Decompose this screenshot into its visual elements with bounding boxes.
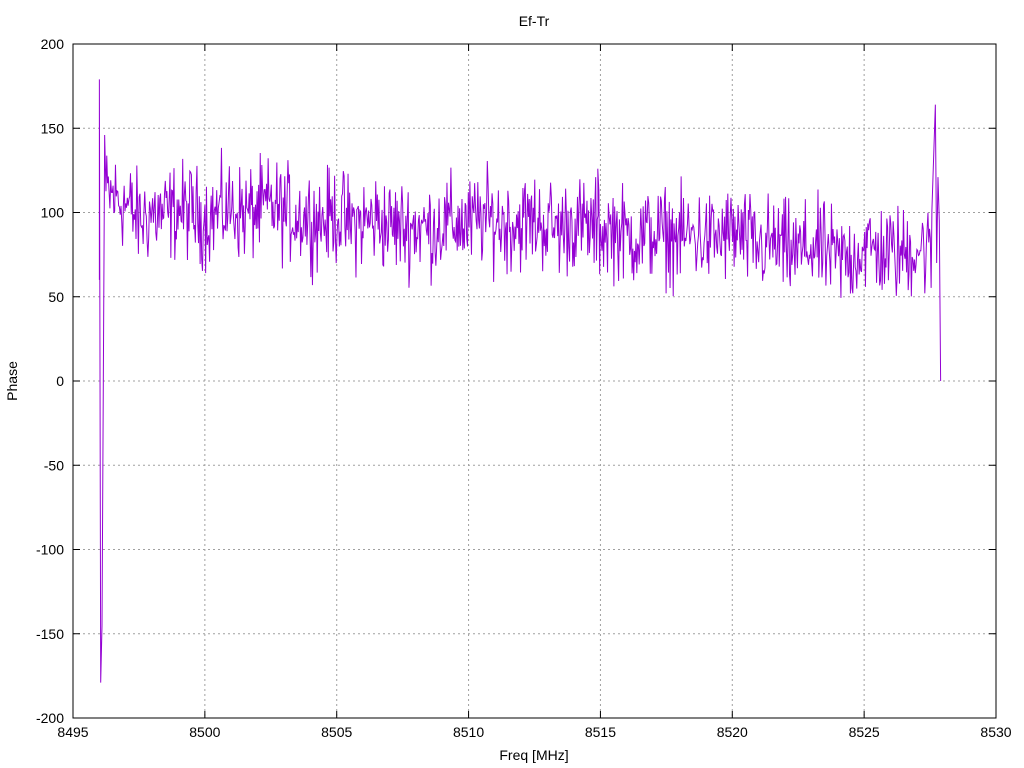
y-axis-label: Phase: [4, 361, 20, 401]
y-tick-label: -100: [36, 542, 64, 558]
tick-label-layer: 8495 8500 8505 8510 8515 8520 8525 8530 -200 -150…: [36, 36, 1012, 740]
x-axis-label: Freq [MHz]: [499, 747, 568, 763]
x-tick-label: 8500: [189, 724, 220, 740]
x-tick-label: 8510: [453, 724, 484, 740]
y-tick-label: 200: [41, 36, 65, 52]
y-tick-label: 50: [48, 289, 64, 305]
x-tick-label: 8505: [321, 724, 352, 740]
y-tick-label: -150: [36, 626, 64, 642]
y-tick-label: 150: [41, 120, 65, 136]
y-tick-label: -50: [44, 457, 64, 473]
x-tick-label: 8515: [585, 724, 616, 740]
x-tick-label: 8520: [717, 724, 748, 740]
x-tick-label: 8530: [980, 724, 1011, 740]
chart-title: Ef-Tr: [519, 13, 550, 29]
x-tick-label: 8495: [57, 724, 88, 740]
y-tick-label: 0: [56, 373, 64, 389]
x-tick-label: 8525: [849, 724, 880, 740]
y-tick-label: -200: [36, 710, 64, 726]
grid-layer: [73, 44, 996, 718]
y-tick-label: 100: [41, 205, 65, 221]
phase-line-chart: 8495 8500 8505 8510 8515 8520 8525 8530 -200 -150…: [4, 13, 1012, 763]
